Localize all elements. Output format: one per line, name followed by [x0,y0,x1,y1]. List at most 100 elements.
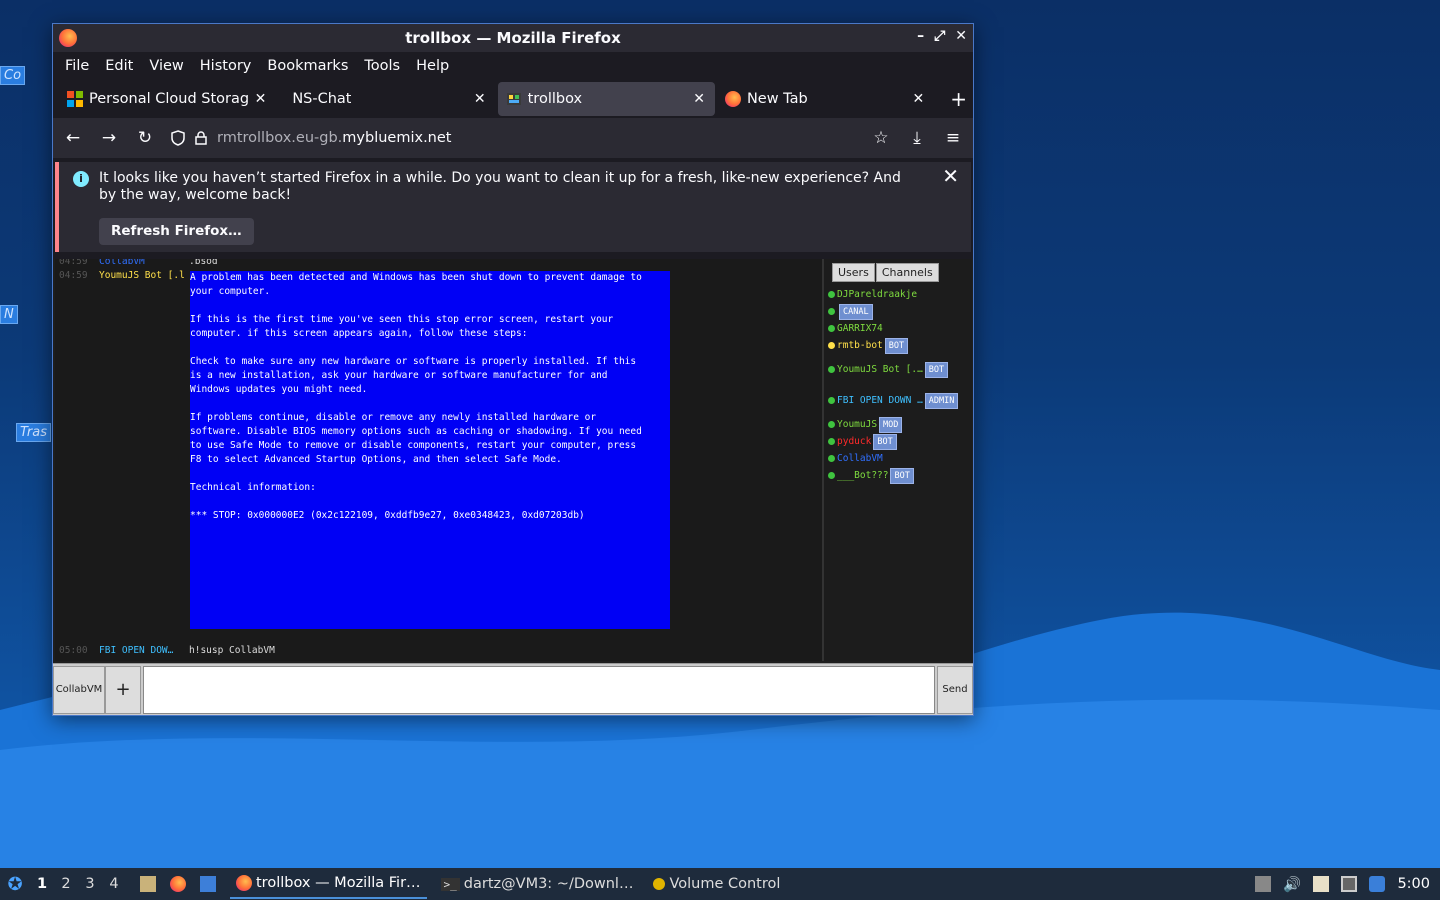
speaker-icon[interactable]: 🔊 [1283,876,1301,893]
refresh-notification-bar: i It looks like you haven’t started Fire… [55,162,971,252]
tab-close-icon[interactable]: ✕ [474,91,486,107]
message-nick[interactable]: CollabVM [99,259,145,267]
minimize-icon[interactable]: – [917,28,924,44]
user-role-badge: BOT [884,337,909,354]
back-arrow-icon[interactable]: ← [63,128,83,148]
url-bar[interactable]: rmtrollbox.eu-gb.mybluemix.net [171,123,855,153]
trollbox-favicon-icon [506,93,521,105]
tab-personal-cloud-storage[interactable]: Personal Cloud Storage ✕ [59,82,276,116]
user-list-item[interactable]: ___Bot??? BOT [828,467,972,484]
online-status-dot-icon [828,342,835,349]
user-list: DJPareldraakje CANAL GARRIX74 rmtb-bot BOT Yo… [828,286,972,484]
user-list-item[interactable]: CollabVM [828,450,972,467]
task-label: Volume Control [669,876,781,892]
menu-tools[interactable]: Tools [356,58,408,74]
user-name: rmtb-bot [837,340,883,351]
message-text: .bsod [189,259,218,267]
message-timestamp: 04:59 [59,270,88,281]
notification-text: It looks like you haven’t started Firefo… [99,170,901,203]
desktop-icon[interactable] [200,876,216,892]
desktop-icon-label[interactable]: Tras [16,423,52,442]
message-timestamp: 05:00 [59,645,88,656]
firefox-launcher-icon[interactable] [170,876,186,892]
online-status-dot-icon [828,421,835,428]
firefox-icon [236,875,252,891]
workspace-2[interactable]: 2 [54,876,78,892]
update-notifier-icon[interactable] [1369,876,1386,892]
user-name: CollabVM [837,453,883,464]
user-list-item[interactable]: CANAL [828,303,972,320]
maximize-icon[interactable]: ⤢ [934,28,945,44]
menu-view[interactable]: View [141,58,191,74]
user-list-item[interactable]: pyduck BOT [828,433,972,450]
tab-trollbox[interactable]: trollbox ✕ [497,82,715,116]
user-list-item[interactable]: FBI OPEN DOWN … ADMIN [828,385,972,416]
close-icon[interactable]: ✕ [942,166,959,186]
bookmark-star-icon[interactable]: ☆ [871,128,891,148]
window-titlebar[interactable]: trollbox — Mozilla Firefox – ⤢ ✕ [53,24,973,52]
firefox-icon [724,91,741,107]
trollbox-page: 04:59 CollabVM .bsod 04:59 YoumuJS Bot [… [53,259,973,715]
network-icon[interactable] [1341,876,1358,892]
clock[interactable]: 5:00 [1397,876,1430,892]
tab-close-icon[interactable]: ✕ [693,91,705,107]
user-list-item[interactable]: YoumuJS Bot [.… BOT [828,354,972,385]
user-list-item[interactable]: GARRIX74 [828,320,972,337]
task-firefox[interactable]: trollbox — Mozilla Fir… [230,869,427,899]
menu-help[interactable]: Help [408,58,457,74]
eject-icon[interactable] [1255,876,1272,892]
reload-icon[interactable]: ↻ [135,128,155,148]
window-title: trollbox — Mozilla Firefox [405,29,621,47]
tab-ns-chat[interactable]: NS-Chat ✕ [278,82,495,116]
shield-icon[interactable] [171,130,185,146]
tab-label: Personal Cloud Storage [89,91,249,107]
message-input[interactable] [143,665,935,714]
user-list-item[interactable]: DJPareldraakje [828,286,972,303]
workspace-3[interactable]: 3 [78,876,102,892]
clipboard-icon[interactable] [1313,876,1330,892]
chat-input-row: CollabVM + Send [53,663,973,715]
forward-arrow-icon[interactable]: → [99,128,119,148]
tab-label: trollbox [527,91,583,107]
refresh-firefox-button[interactable]: Refresh Firefox… [99,218,254,245]
menu-bookmarks[interactable]: Bookmarks [259,58,356,74]
navigation-toolbar: ← → ↻ rmtrollbox.eu-gb.mybluemix.net ☆ ⤓… [53,118,973,158]
firefox-icon [59,29,77,47]
user-name: YoumuJS [837,419,878,430]
close-icon[interactable]: ✕ [955,28,967,44]
message-nick[interactable]: YoumuJS Bot [.l [99,270,185,281]
tab-label: NS-Chat [292,91,352,107]
tab-close-icon[interactable]: ✕ [255,91,267,107]
user-list-item[interactable]: YoumuJS MOD [828,416,972,433]
user-role-badge: BOT [873,433,897,450]
url-text: rmtrollbox.eu-gb.mybluemix.net [217,130,451,146]
send-button[interactable]: Send [937,665,973,714]
menu-history[interactable]: History [192,58,260,74]
desktop-icon-label[interactable]: N [0,305,18,324]
desktop-icon-label[interactable]: Co [0,66,26,85]
menu-edit[interactable]: Edit [97,58,141,74]
task-volume-control[interactable]: Volume Control [647,869,786,899]
user-sidebar: Users Channels DJPareldraakje CANAL GARRIX… [822,259,972,661]
channel-button[interactable]: CollabVM [53,665,105,714]
file-manager-icon[interactable] [140,876,156,892]
start-menu-icon[interactable]: ✪ [0,874,30,895]
add-channel-button[interactable]: + [105,665,141,714]
chat-log[interactable]: 04:59 CollabVM .bsod 04:59 YoumuJS Bot [… [55,259,820,661]
tab-new-tab[interactable]: New Tab ✕ [717,82,934,116]
tab-users[interactable]: Users [832,263,875,282]
user-role-badge: CANAL [839,303,873,320]
menu-file[interactable]: File [57,58,97,74]
tab-channels[interactable]: Channels [875,263,939,282]
new-tab-plus-icon[interactable]: + [950,87,967,111]
user-list-item[interactable]: rmtb-bot BOT [828,337,972,354]
workspace-4[interactable]: 4 [102,876,126,892]
tab-close-icon[interactable]: ✕ [913,91,925,107]
download-icon[interactable]: ⤓ [907,128,927,148]
task-terminal[interactable]: >_ dartz@VM3: ~/Downl… [435,869,640,899]
workspace-1[interactable]: 1 [30,876,54,892]
online-status-dot-icon [828,438,835,445]
hamburger-menu-icon[interactable]: ≡ [943,128,963,148]
lock-icon[interactable] [195,131,207,145]
message-nick[interactable]: FBI OPEN DOW… [99,645,173,656]
